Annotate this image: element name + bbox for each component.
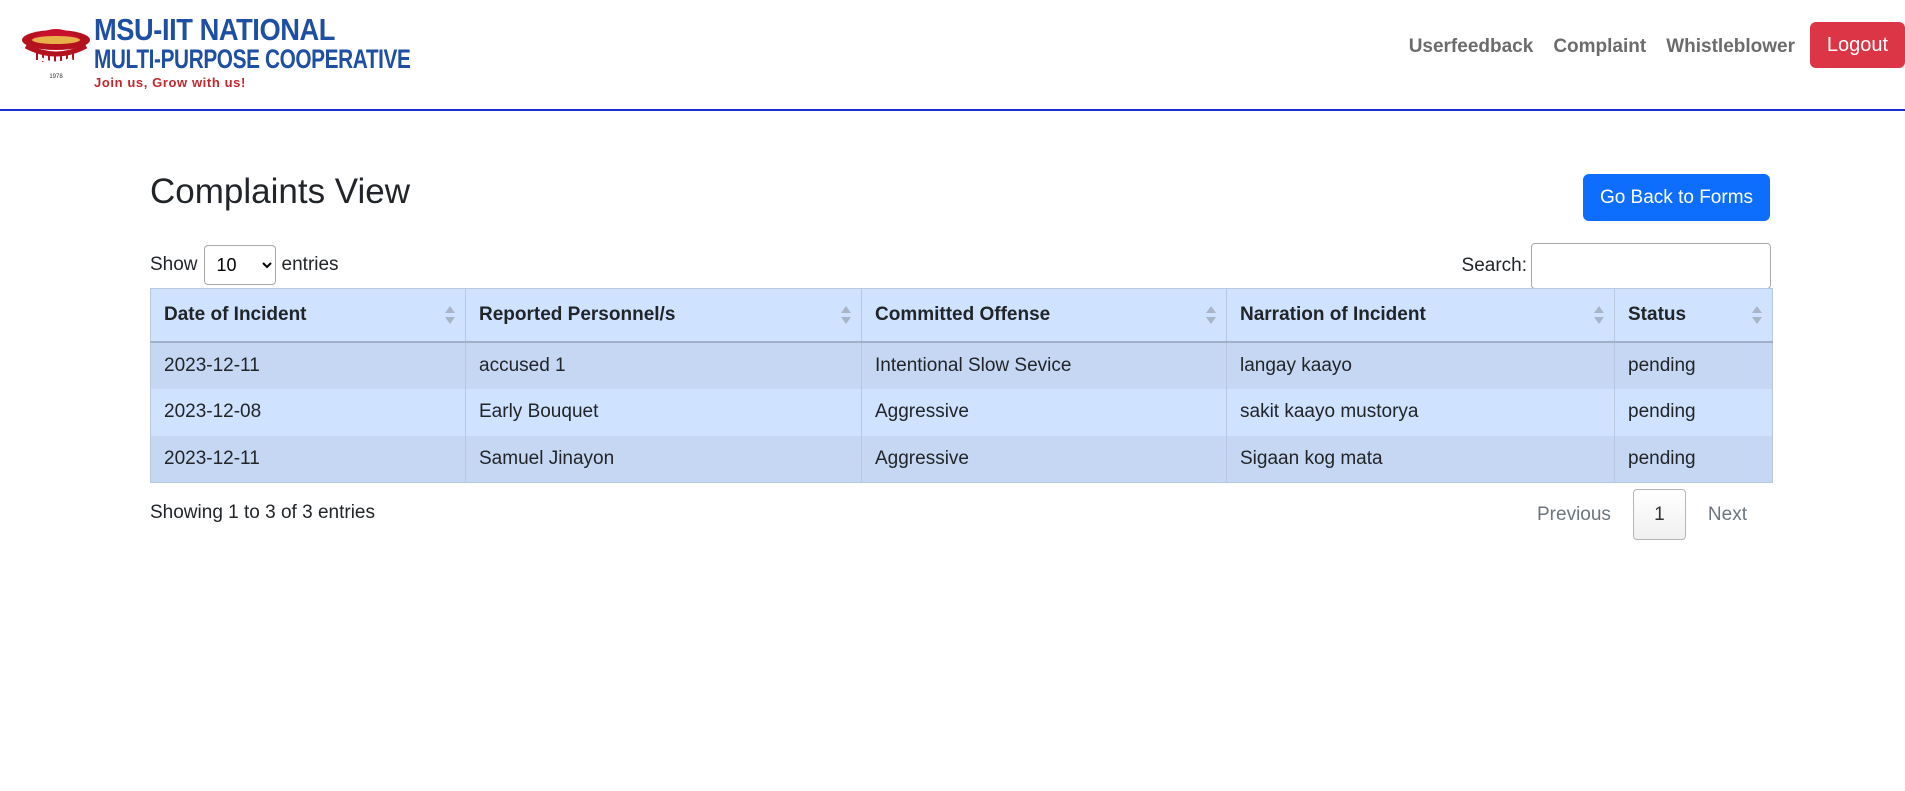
- page-title: Complaints View: [150, 172, 411, 211]
- table-header-row: Date of Incident Reported Personnel/s Co…: [150, 288, 1773, 343]
- cell-date: 2023-12-08: [150, 388, 466, 436]
- page-length-select[interactable]: 10: [203, 245, 276, 285]
- logout-button[interactable]: Logout: [1810, 22, 1905, 68]
- nav-link-userfeedback[interactable]: Userfeedback: [1399, 34, 1544, 60]
- cell-personnel: Early Bouquet: [465, 388, 862, 436]
- search-control: Search:: [1462, 243, 1771, 289]
- pagination-page-1[interactable]: 1: [1632, 489, 1686, 540]
- cooperative-emblem-icon: 1978: [22, 29, 90, 80]
- cell-status: pending: [1614, 341, 1773, 389]
- back-to-forms-button[interactable]: Go Back to Forms: [1583, 174, 1770, 221]
- col-reported-personnel[interactable]: Reported Personnel/s: [465, 288, 862, 343]
- cell-personnel: Samuel Jinayon: [465, 435, 862, 483]
- column-label: Date of Incident: [164, 303, 307, 325]
- column-label: Reported Personnel/s: [479, 303, 676, 325]
- cell-offense: Aggressive: [861, 388, 1227, 436]
- navbar: 1978 MSU-IIT NATIONAL MULTI-PURPOSE COOP…: [0, 0, 1905, 111]
- nav-links: Userfeedback Complaint Whistleblower: [1399, 34, 1805, 60]
- sort-icon: [1752, 306, 1762, 326]
- cell-offense: Intentional Slow Sevice: [861, 341, 1227, 389]
- sort-icon: [841, 306, 851, 326]
- cell-narration: Sigaan kog mata: [1226, 435, 1615, 483]
- col-narration-of-incident[interactable]: Narration of Incident: [1226, 288, 1615, 343]
- col-date-of-incident[interactable]: Date of Incident: [150, 288, 466, 343]
- cell-date: 2023-12-11: [150, 341, 466, 389]
- sort-icon: [1594, 306, 1604, 326]
- brand-line2: MULTI-PURPOSE COOPERATIVE: [94, 44, 411, 74]
- cell-date: 2023-12-11: [150, 435, 466, 483]
- page-length-control: Show 10 entries: [150, 245, 339, 285]
- cell-narration: sakit kaayo mustorya: [1226, 388, 1615, 436]
- table-info: Showing 1 to 3 of 3 entries: [150, 502, 375, 523]
- nav-link-complaint[interactable]: Complaint: [1543, 34, 1656, 60]
- entries-label: entries: [281, 254, 339, 275]
- table-row: 2023-12-11 accused 1 Intentional Slow Se…: [150, 341, 1773, 389]
- cell-narration: langay kaayo: [1226, 341, 1615, 389]
- pagination: Previous 1 Next: [1515, 489, 1769, 540]
- brand-year: 1978: [49, 74, 63, 80]
- table-row: 2023-12-11 Samuel Jinayon Aggressive Sig…: [150, 435, 1773, 483]
- brand-logo[interactable]: 1978 MSU-IIT NATIONAL MULTI-PURPOSE COOP…: [20, 12, 411, 92]
- cell-personnel: accused 1: [465, 341, 862, 389]
- column-label: Committed Offense: [875, 303, 1051, 325]
- col-status[interactable]: Status: [1614, 288, 1773, 343]
- nav-link-whistleblower[interactable]: Whistleblower: [1656, 34, 1805, 60]
- sort-icon: [445, 306, 455, 326]
- pagination-previous[interactable]: Previous: [1515, 504, 1633, 526]
- sort-icon: [1206, 306, 1216, 326]
- search-input[interactable]: [1531, 243, 1771, 289]
- cell-status: pending: [1614, 388, 1773, 436]
- table-row: 2023-12-08 Early Bouquet Aggressive saki…: [150, 388, 1773, 436]
- show-label: Show: [150, 254, 198, 275]
- brand-line1: MSU-IIT NATIONAL: [94, 12, 335, 47]
- complaints-table: Date of Incident Reported Personnel/s Co…: [150, 288, 1773, 483]
- cell-status: pending: [1614, 435, 1773, 483]
- search-label: Search:: [1461, 255, 1527, 276]
- column-label: Narration of Incident: [1240, 303, 1426, 325]
- column-label: Status: [1628, 303, 1687, 325]
- pagination-next[interactable]: Next: [1686, 504, 1769, 526]
- col-committed-offense[interactable]: Committed Offense: [861, 288, 1227, 343]
- brand-tagline: Join us, Grow with us!: [94, 75, 246, 90]
- cell-offense: Aggressive: [861, 435, 1227, 483]
